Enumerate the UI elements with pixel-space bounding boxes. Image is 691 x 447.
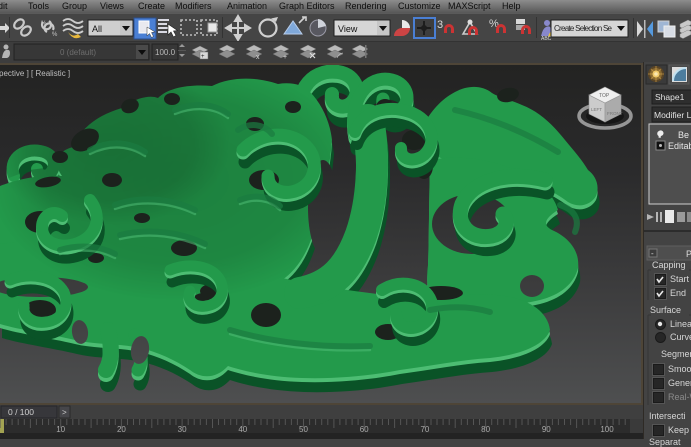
svg-text:Create Selection Se: Create Selection Se — [554, 24, 613, 33]
svg-text:10: 10 — [56, 425, 65, 434]
svg-text:Be: Be — [678, 130, 689, 140]
svg-text:>: > — [62, 408, 67, 417]
svg-text:All: All — [92, 24, 102, 34]
svg-text:3: 3 — [437, 19, 443, 31]
svg-text:0 / 100: 0 / 100 — [8, 407, 34, 417]
svg-text:Editabl: Editabl — [668, 141, 691, 151]
svg-text:70: 70 — [420, 425, 429, 434]
svg-text:30: 30 — [178, 425, 187, 434]
svg-text:+: + — [283, 54, 287, 61]
svg-text:0 (default): 0 (default) — [60, 48, 96, 57]
svg-text:%: % — [52, 32, 58, 38]
svg-text:P: P — [686, 249, 691, 259]
svg-text:100: 100 — [600, 425, 614, 434]
svg-text:Shape1: Shape1 — [655, 92, 685, 102]
svg-text:+: + — [201, 54, 205, 60]
svg-text:80: 80 — [481, 425, 490, 434]
svg-text:FRONT: FRONT — [607, 111, 623, 116]
svg-text:100.0: 100.0 — [155, 48, 176, 57]
svg-text:50: 50 — [299, 425, 308, 434]
svg-text:Modifier La: Modifier La — [654, 110, 691, 120]
svg-text:%: % — [41, 21, 47, 27]
svg-text:40: 40 — [238, 425, 247, 434]
svg-text:-: - — [651, 249, 654, 258]
svg-text:View: View — [338, 24, 358, 34]
svg-text:20: 20 — [117, 425, 126, 434]
svg-text:60: 60 — [360, 425, 369, 434]
svg-text:LEFT: LEFT — [591, 107, 602, 112]
svg-text:TOP: TOP — [599, 93, 610, 99]
svg-text:x: x — [256, 54, 260, 61]
svg-text:90: 90 — [542, 425, 551, 434]
